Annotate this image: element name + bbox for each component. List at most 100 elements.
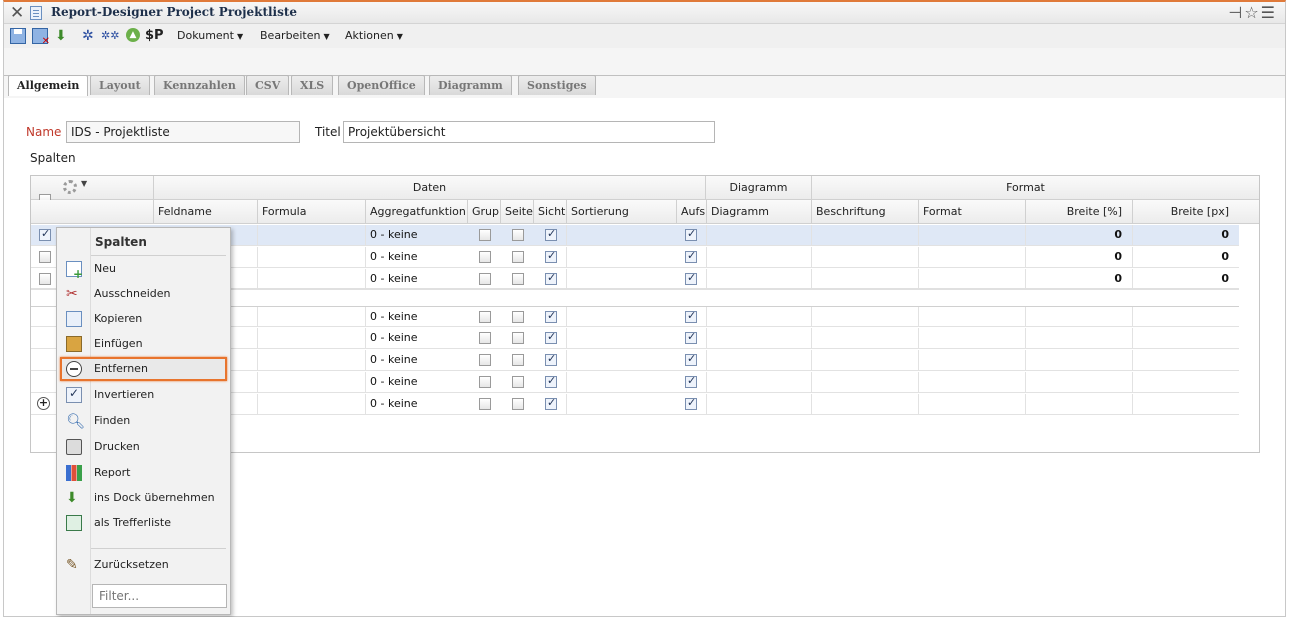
name-field[interactable] <box>66 121 300 143</box>
cell-breite-pct[interactable]: 0 <box>1025 269 1132 288</box>
sicht-checkbox[interactable] <box>545 309 557 323</box>
cell-diagramm[interactable] <box>706 372 811 392</box>
save-icon[interactable] <box>10 28 26 44</box>
menu-item-drucken[interactable]: Drucken <box>60 435 227 459</box>
aufs-checkbox[interactable] <box>685 330 697 344</box>
seite-checkbox[interactable] <box>512 354 524 366</box>
cell-sortierung[interactable] <box>566 394 676 414</box>
cell-sortierung[interactable] <box>566 247 676 267</box>
cell-format[interactable] <box>918 225 1025 245</box>
aufs-checkbox[interactable] <box>685 309 697 323</box>
cell-breite-pct[interactable] <box>1025 394 1132 414</box>
cell-diagramm[interactable] <box>706 247 811 267</box>
sp-button[interactable]: $P <box>145 28 164 43</box>
menu-item-ausschneiden[interactable]: ✂ Ausschneiden <box>60 282 227 306</box>
cell-aggregat[interactable]: 0 - keine <box>365 394 467 414</box>
grup-checkbox[interactable] <box>479 376 491 388</box>
cell-beschriftung[interactable] <box>811 372 918 392</box>
cell-aggregat[interactable]: 0 - keine <box>365 269 467 288</box>
cell-breite-pct[interactable]: 0 <box>1025 247 1132 267</box>
row-checkbox[interactable] <box>39 227 51 241</box>
cell-aggregat[interactable]: 0 - keine <box>365 328 467 348</box>
menu-item-neu[interactable]: Neu <box>60 257 227 281</box>
seite-checkbox[interactable] <box>512 251 524 263</box>
close-icon[interactable]: ✕ <box>10 3 24 23</box>
menu-item-invertieren[interactable]: Invertieren <box>60 383 227 407</box>
star-icon[interactable]: ☆ <box>1244 3 1260 22</box>
seite-checkbox[interactable] <box>512 229 524 241</box>
cell-format[interactable] <box>918 372 1025 392</box>
menu-item-zuruecksetzen[interactable]: ✎ Zurücksetzen <box>60 553 227 577</box>
cell-beschriftung[interactable] <box>811 247 918 267</box>
aufs-checkbox[interactable] <box>685 249 697 263</box>
upload-icon[interactable]: ▲ <box>126 28 140 42</box>
sicht-checkbox[interactable] <box>545 330 557 344</box>
save-close-icon[interactable] <box>32 28 50 47</box>
col-seite[interactable]: Seite <box>500 200 533 223</box>
chevron-down-icon[interactable]: ▼ <box>81 179 87 188</box>
seite-checkbox[interactable] <box>512 273 524 285</box>
cell-sortierung[interactable] <box>566 350 676 370</box>
tab-kennzahlen[interactable]: Kennzahlen <box>154 75 245 95</box>
tab-diagramm[interactable]: Diagramm <box>429 75 512 95</box>
tab-sonstiges[interactable]: Sonstiges <box>518 75 596 95</box>
cell-breite-px[interactable]: 0 <box>1132 247 1239 267</box>
cell-aggregat[interactable]: 0 - keine <box>365 372 467 392</box>
tab-openoffice[interactable]: OpenOffice <box>338 75 425 95</box>
cell-format[interactable] <box>918 247 1025 267</box>
cell-beschriftung[interactable] <box>811 394 918 414</box>
cell-formula[interactable] <box>257 269 365 288</box>
cell-breite-pct[interactable] <box>1025 328 1132 348</box>
menu-item-trefferliste[interactable]: als Trefferliste <box>60 511 227 535</box>
grup-checkbox[interactable] <box>479 398 491 410</box>
cell-breite-pct[interactable] <box>1025 307 1132 326</box>
pin-icon[interactable]: ⊣ <box>1228 3 1244 22</box>
col-formula[interactable]: Formula <box>257 200 365 223</box>
menu-item-kopieren[interactable]: Kopieren <box>60 307 227 331</box>
cell-diagramm[interactable] <box>706 328 811 348</box>
cell-breite-pct[interactable] <box>1025 350 1132 370</box>
aufs-checkbox[interactable] <box>685 271 697 285</box>
aufs-checkbox[interactable] <box>685 396 697 410</box>
menu-item-entfernen[interactable]: Entfernen <box>60 357 227 381</box>
snowflake-icon[interactable]: ✲ <box>82 28 98 44</box>
row-checkbox[interactable] <box>39 273 51 285</box>
cell-diagramm[interactable] <box>706 350 811 370</box>
col-grup[interactable]: Grup <box>467 200 500 223</box>
cell-diagramm[interactable] <box>706 394 811 414</box>
titel-field[interactable] <box>343 121 715 143</box>
col-beschriftung[interactable]: Beschriftung <box>811 200 918 223</box>
cell-aggregat[interactable]: 0 - keine <box>365 247 467 267</box>
col-format[interactable]: Format <box>918 200 1025 223</box>
tab-xls[interactable]: XLS <box>291 75 334 95</box>
col-breite-pct[interactable]: Breite [%] <box>1025 200 1132 223</box>
menu-aktionen[interactable]: Aktionen ▼ <box>345 29 403 42</box>
aufs-checkbox[interactable] <box>685 374 697 388</box>
cell-sortierung[interactable] <box>566 225 676 245</box>
cell-breite-pct[interactable]: 0 <box>1025 225 1132 245</box>
cell-beschriftung[interactable] <box>811 328 918 348</box>
cell-formula[interactable] <box>257 350 365 370</box>
col-feldname[interactable]: Feldname <box>153 200 257 223</box>
cell-formula[interactable] <box>257 328 365 348</box>
cell-formula[interactable] <box>257 394 365 414</box>
snowflake-small-icon[interactable]: ✲✲ <box>101 28 119 44</box>
cell-beschriftung[interactable] <box>811 307 918 326</box>
cell-format[interactable] <box>918 328 1025 348</box>
seite-checkbox[interactable] <box>512 311 524 323</box>
cell-formula[interactable] <box>257 225 365 245</box>
menu-item-dock[interactable]: ⬇ ins Dock übernehmen <box>60 486 227 510</box>
col-sicht[interactable]: Sicht <box>533 200 566 223</box>
cell-format[interactable] <box>918 350 1025 370</box>
cell-diagramm[interactable] <box>706 269 811 288</box>
cell-breite-pct[interactable] <box>1025 372 1132 392</box>
menu-item-report[interactable]: Report <box>60 461 227 485</box>
cell-sortierung[interactable] <box>566 307 676 326</box>
filter-input[interactable] <box>92 584 227 608</box>
cell-diagramm[interactable] <box>706 225 811 245</box>
sicht-checkbox[interactable] <box>545 352 557 366</box>
dock-icon[interactable]: ⬇ <box>55 28 71 44</box>
col-diagramm[interactable]: Diagramm <box>706 200 811 223</box>
cell-breite-px[interactable] <box>1132 394 1239 414</box>
col-aggregatfunktion[interactable]: Aggregatfunktion <box>365 200 467 223</box>
